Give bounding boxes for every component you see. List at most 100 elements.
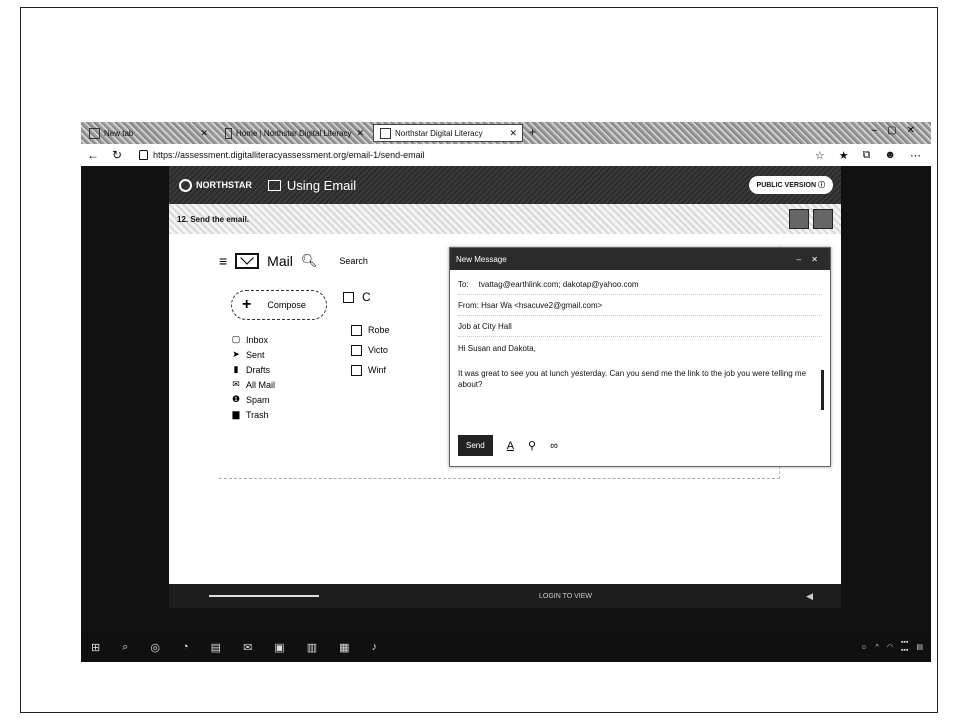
tab-label: Home | Northstar Digital Literacy [236,128,352,138]
list-item[interactable]: Winf [351,360,390,380]
system-tray: ☺ ^ ◠ ▪▪▪ ▪▪▪ ▤ [860,639,931,655]
volume-icon[interactable]: ◀ [806,591,813,602]
back-icon[interactable]: ← [81,148,105,162]
notification-icon[interactable]: ▤ [916,643,923,651]
edge-icon[interactable]: ◔ [182,641,189,654]
subject-value: Job at City Hall [458,321,512,331]
text-format-icon[interactable]: A [507,440,514,452]
row-checkbox[interactable] [351,364,362,376]
favorite-star-icon[interactable]: ☆ [815,149,825,162]
task-view-icon[interactable]: ◎ [150,641,160,654]
compose-body: To: tvattag@earthlink.com; dakotap@yahoo… [450,270,830,410]
send-button[interactable]: Send [458,435,493,456]
drafts-icon: ▮ [233,364,239,374]
windows-taskbar: ⊞ ⌕ ◎ ◔ ▤ ✉ ▣ ▥ ▦ ♪ ☺ ^ ◠ ▪▪▪ ▪▪▪ ▤ [81,632,931,662]
app-icon[interactable]: ▥ [307,641,317,654]
message-list: Robe Victo Winf [351,320,390,380]
search-icon[interactable]: 🔍︎ [301,253,318,269]
browser-toolbar: ☆ ★ ⧉ ☻ ⋯ [815,149,931,162]
profile-icon[interactable]: ☻ [884,149,896,162]
northstar-logo-text: NORTHSTAR [196,180,252,190]
to-field[interactable]: To: tvattag@earthlink.com; dakotap@yahoo… [458,274,822,295]
video-title: LOGIN TO VIEW [539,592,593,600]
network-icon[interactable]: ◠ [887,643,893,651]
northstar-logo-icon [179,178,192,192]
folder-sent[interactable]: ➤ Sent [231,347,275,362]
app-icon-2[interactable]: ▦ [339,641,349,654]
mail-icon[interactable]: ✉ [243,641,252,654]
select-all-checkbox[interactable] [343,291,354,303]
collections-icon[interactable]: ⧉ [863,149,871,162]
compose-window-controls[interactable]: – ✕ [797,255,830,264]
tray-arrow-icon[interactable]: ^ [876,644,879,651]
tab-favicon-icon [89,127,100,139]
sent-icon: ➤ [232,349,240,359]
close-icon[interactable]: ✕ [504,128,522,139]
clock[interactable]: ▪▪▪ ▪▪▪ [901,639,908,655]
tab-home[interactable]: Home | Northstar Digital Literacy ✕ [219,124,369,142]
screen: New tab ✕ Home | Northstar Digital Liter… [81,122,931,662]
tab-northstar-active[interactable]: Northstar Digital Literacy ✕ [373,124,523,142]
new-tab-icon[interactable]: + [529,125,536,139]
lock-icon [139,150,148,160]
url-text: https://assessment.digitalliteracyassess… [153,150,425,160]
search-icon[interactable]: ⌕ [122,641,128,654]
message-list-header: C [343,290,371,304]
compose-footer: Send A ⚲ ∞ [458,435,558,456]
audio-button[interactable] [789,209,809,229]
row-checkbox[interactable] [351,324,362,336]
more-icon[interactable]: ⋯ [910,149,921,162]
tab-new-tab[interactable]: New tab ✕ [83,124,213,142]
task-prompt: 12. Send the email. [177,214,250,224]
tab-label: Northstar Digital Literacy [395,128,483,138]
folder-drafts[interactable]: ▮ Drafts [231,362,275,377]
list-item[interactable]: Robe [351,320,390,340]
module-title-text: Using Email [286,177,357,193]
compose-window: New Message – ✕ To: tvattag@earthlink.co… [449,247,831,467]
people-icon[interactable]: ☺ [860,644,867,651]
link-icon[interactable]: ∞ [550,440,558,452]
url-field[interactable]: https://assessment.digitalliteracyassess… [139,150,425,160]
tab-label: New tab [104,128,134,138]
mail-top-bar: ≡ Mail 🔍︎ Search [219,246,368,276]
from-value: From: Hsar Wa <hsacuve2@gmail.com> [458,300,603,310]
module-title: Using Email [267,177,357,193]
body-text[interactable]: It was great to see you at lunch yesterd… [458,368,822,390]
compose-button[interactable]: + Compose [231,290,327,320]
folder-label: All Mail [246,379,276,390]
app-icon-3[interactable]: ♪ [372,641,378,654]
store-icon[interactable]: ▤ [211,641,221,654]
window-controls[interactable]: –▢✕ [872,125,925,136]
folder-label: Trash [246,409,269,420]
start-icon[interactable]: ⊞ [91,641,100,654]
folder-inbox[interactable]: ▢ Inbox [231,332,275,347]
attach-icon[interactable]: ⚲ [528,439,536,452]
search-input[interactable]: Search [339,256,368,266]
public-version-badge[interactable]: PUBLIC VERSION ⓘ [748,176,833,194]
email-module-icon [267,179,281,191]
favorites-icon[interactable]: ★ [839,149,849,162]
video-progress[interactable] [209,595,319,597]
close-icon[interactable]: ✕ [195,128,213,139]
greeting-text: Hi Susan and Dakota, [458,344,536,353]
folder-spam[interactable]: ❶ Spam [231,392,275,407]
refresh-icon[interactable]: ↻ [105,148,129,162]
list-item[interactable]: Victo [351,340,390,360]
compose-scrollbar[interactable] [821,370,824,410]
video-bar: LOGIN TO VIEW ◀ [169,584,841,608]
all-mail-icon: ✉ [232,379,240,389]
folder-all-mail[interactable]: ✉ All Mail [231,377,275,392]
photos-icon[interactable]: ▣ [274,641,284,654]
folder-trash[interactable]: ▆ Trash [231,407,275,422]
browser-tab-strip: New tab ✕ Home | Northstar Digital Liter… [81,122,931,144]
menu-icon[interactable]: ≡ [219,253,227,269]
close-icon[interactable]: ✕ [351,128,369,139]
compose-header: New Message – ✕ [450,248,830,270]
grid-button[interactable] [813,209,833,229]
row-checkbox[interactable] [351,344,362,356]
northstar-logo: NORTHSTAR [179,178,252,192]
folder-label: Drafts [246,364,271,375]
subject-field[interactable]: Job at City Hall [458,316,822,337]
assessment-content: ≡ Mail 🔍︎ Search + Compose ▢ Inbox ➤ Sen… [169,234,841,584]
task-buttons [789,209,833,229]
